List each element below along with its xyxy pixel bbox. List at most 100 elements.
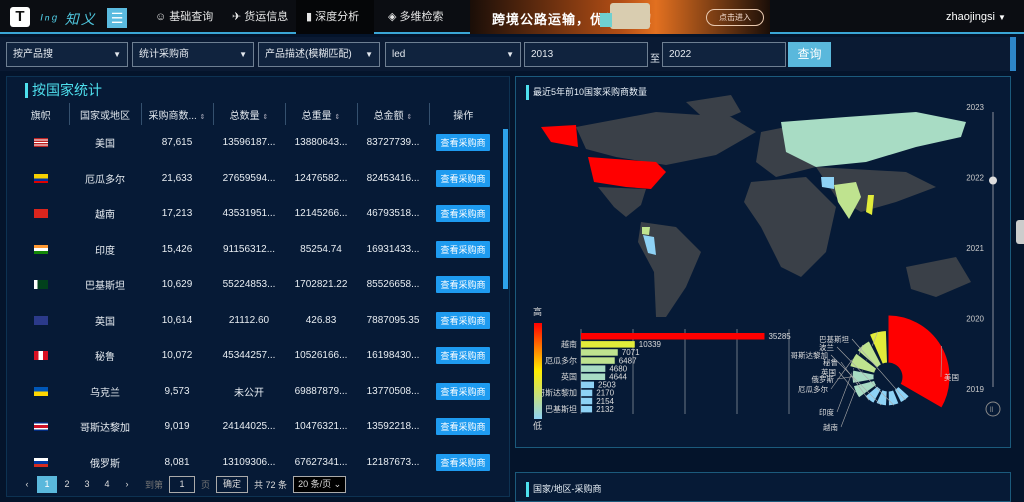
view-buyers-button[interactable]: 查看采购商 <box>436 311 490 329</box>
search-mode-select[interactable]: 按产品搜 ▼ <box>6 42 128 67</box>
keyword-select[interactable]: led ▼ <box>385 42 521 67</box>
promo-banner[interactable]: 跨境公路运输，优价来袭！ 点击进入 <box>470 0 770 34</box>
weight-cell: 10526166... <box>294 350 348 362</box>
bar-印度[interactable] <box>581 349 618 356</box>
amount-cell: 13592218... <box>366 421 420 433</box>
amount-cell: 12187673... <box>366 456 420 468</box>
weight-cell: 69887879... <box>294 385 348 397</box>
buyers-cell: 10,629 <box>161 279 193 291</box>
view-buyers-button[interactable]: 查看采购商 <box>436 134 490 152</box>
buyers-cell: 21,633 <box>161 172 193 184</box>
timeline-year-2020[interactable]: 2020 <box>966 315 984 324</box>
sort-icon[interactable]: ⇕ <box>200 114 206 121</box>
map-pakistan <box>821 177 834 189</box>
match-mode-select[interactable]: 产品描述(模糊匹配) ▼ <box>258 42 380 67</box>
column-header[interactable]: 总重量 ⇕ <box>285 103 358 125</box>
amount-cell: 46793518... <box>366 208 420 220</box>
filter-bar: 按产品搜 ▼ 统计采购商 ▼ 产品描述(模糊匹配) ▼ led ▼ 2013 至 202… <box>0 37 1016 71</box>
timeline-year-2021[interactable]: 2021 <box>966 244 984 253</box>
timeline-year-2023[interactable]: 2023 <box>966 103 984 112</box>
view-buyers-button[interactable]: 查看采购商 <box>436 347 490 365</box>
page-1-button[interactable]: 1 <box>37 475 57 493</box>
quantity-cell: 27659594... <box>222 172 276 184</box>
map-canada <box>576 112 756 165</box>
bar-value-label: 35285 <box>768 332 791 341</box>
year-to-input[interactable]: 2022 <box>662 42 786 67</box>
amount-cell: 83727739... <box>366 137 420 149</box>
legend-high-label: 高 <box>533 306 542 317</box>
bar-波兰[interactable] <box>581 397 593 405</box>
bar-美国[interactable] <box>581 333 765 340</box>
nav-freight-info[interactable]: ✈ 货运信息 <box>222 0 298 34</box>
side-collapse-handle[interactable] <box>1016 220 1024 244</box>
view-buyers-button[interactable]: 查看采购商 <box>436 453 490 471</box>
flag-vn-icon <box>34 209 48 219</box>
year-from-input[interactable]: 2013 <box>524 42 648 67</box>
bar-巴基斯坦[interactable] <box>581 405 593 413</box>
table-row: 印度 15,426 91156312... 85254.74 16931433.… <box>13 232 497 268</box>
logo-icon[interactable]: T <box>10 7 30 27</box>
goto-page-input[interactable]: 1 <box>169 475 196 493</box>
nav-deep-analysis[interactable]: ▮ 深度分析 <box>296 0 374 34</box>
world-map[interactable]: 3528510339越南70716487厄瓜多尔46804644英国250321… <box>516 77 1012 449</box>
timeline-year-2019[interactable]: 2019 <box>966 385 984 394</box>
view-buyers-button[interactable]: 查看采购商 <box>436 418 490 436</box>
bar-英国[interactable] <box>581 373 606 381</box>
view-buyers-button[interactable]: 查看采购商 <box>436 169 490 187</box>
view-buyers-button[interactable]: 查看采购商 <box>436 240 490 258</box>
quantity-cell: 21112.60 <box>228 314 270 326</box>
action-cell: 查看采购商 <box>429 409 497 445</box>
column-header[interactable]: 采购商数... ⇕ <box>141 103 214 125</box>
amount-cell: 16931433... <box>366 243 420 255</box>
flag-cell <box>13 196 69 232</box>
view-buyers-button[interactable]: 查看采购商 <box>436 276 490 294</box>
stat-type-select[interactable]: 统计采购商 ▼ <box>132 42 254 67</box>
sort-icon[interactable]: ⇕ <box>334 114 340 121</box>
column-header[interactable]: 总金额 ⇕ <box>357 103 430 125</box>
prev-page-button[interactable]: ‹ <box>17 476 37 493</box>
view-buyers-button[interactable]: 查看采购商 <box>436 205 490 223</box>
column-header[interactable]: 总数量 ⇕ <box>213 103 286 125</box>
nav-multi-search[interactable]: ◈ 多维检索 <box>378 0 454 34</box>
bar-越南[interactable] <box>581 341 635 348</box>
nav-basic-query[interactable]: ☺ 基础查询 <box>145 0 223 34</box>
bar-category-label: 英国 <box>561 372 577 382</box>
buyers-cell: 15,426 <box>161 243 193 255</box>
rose-label: 印度 <box>819 407 834 417</box>
bar-哥斯达黎加[interactable] <box>581 389 593 397</box>
quantity-cell: 未公开 <box>234 387 264 399</box>
column-header: 操作 <box>453 110 474 122</box>
query-button[interactable]: 查询 <box>788 42 831 67</box>
table-row: 越南 17,213 43531951... 12145266... 467935… <box>13 196 497 232</box>
bar-厄瓜多尔[interactable] <box>581 357 615 364</box>
page-2-button[interactable]: 2 <box>57 476 77 493</box>
bar-秘鲁[interactable] <box>581 381 595 389</box>
nav-label: 基础查询 <box>169 11 214 23</box>
timeline-year-2022[interactable]: 2022 <box>966 174 984 183</box>
quantity-cell: 13596187... <box>222 137 276 149</box>
page-3-button[interactable]: 3 <box>77 476 97 493</box>
page-size-select[interactable]: 20 条/页 ⌄ <box>293 475 347 493</box>
banner-enter-button[interactable]: 点击进入 <box>706 9 764 26</box>
bar-category-label: 越南 <box>561 339 577 349</box>
map-india <box>834 182 861 219</box>
menu-toggle-button[interactable]: ☰ <box>107 8 127 28</box>
flag-cell <box>13 232 69 268</box>
bottom-panel-title: 国家/地区-采购商 <box>526 482 602 497</box>
buyers-cell: 9,573 <box>164 385 190 397</box>
sort-icon[interactable]: ⇕ <box>262 114 268 121</box>
page-4-button[interactable]: 4 <box>97 476 117 493</box>
column-header: 旗帜 <box>13 103 70 125</box>
user-menu[interactable]: zhaojingsi ▼ <box>946 11 1006 23</box>
action-cell: 查看采购商 <box>429 267 497 303</box>
amount-cell: 85526658... <box>366 279 420 291</box>
visual-map-legend[interactable] <box>534 323 542 419</box>
timeline-current-marker[interactable] <box>989 176 997 185</box>
table-scrollbar[interactable] <box>503 129 508 289</box>
goto-confirm-button[interactable]: 确定 <box>216 475 249 493</box>
action-cell: 查看采购商 <box>429 445 497 481</box>
sort-icon[interactable]: ⇕ <box>406 114 412 121</box>
view-buyers-button[interactable]: 查看采购商 <box>436 382 490 400</box>
next-page-button[interactable]: › <box>117 476 137 493</box>
bar-俄罗斯[interactable] <box>581 365 606 372</box>
